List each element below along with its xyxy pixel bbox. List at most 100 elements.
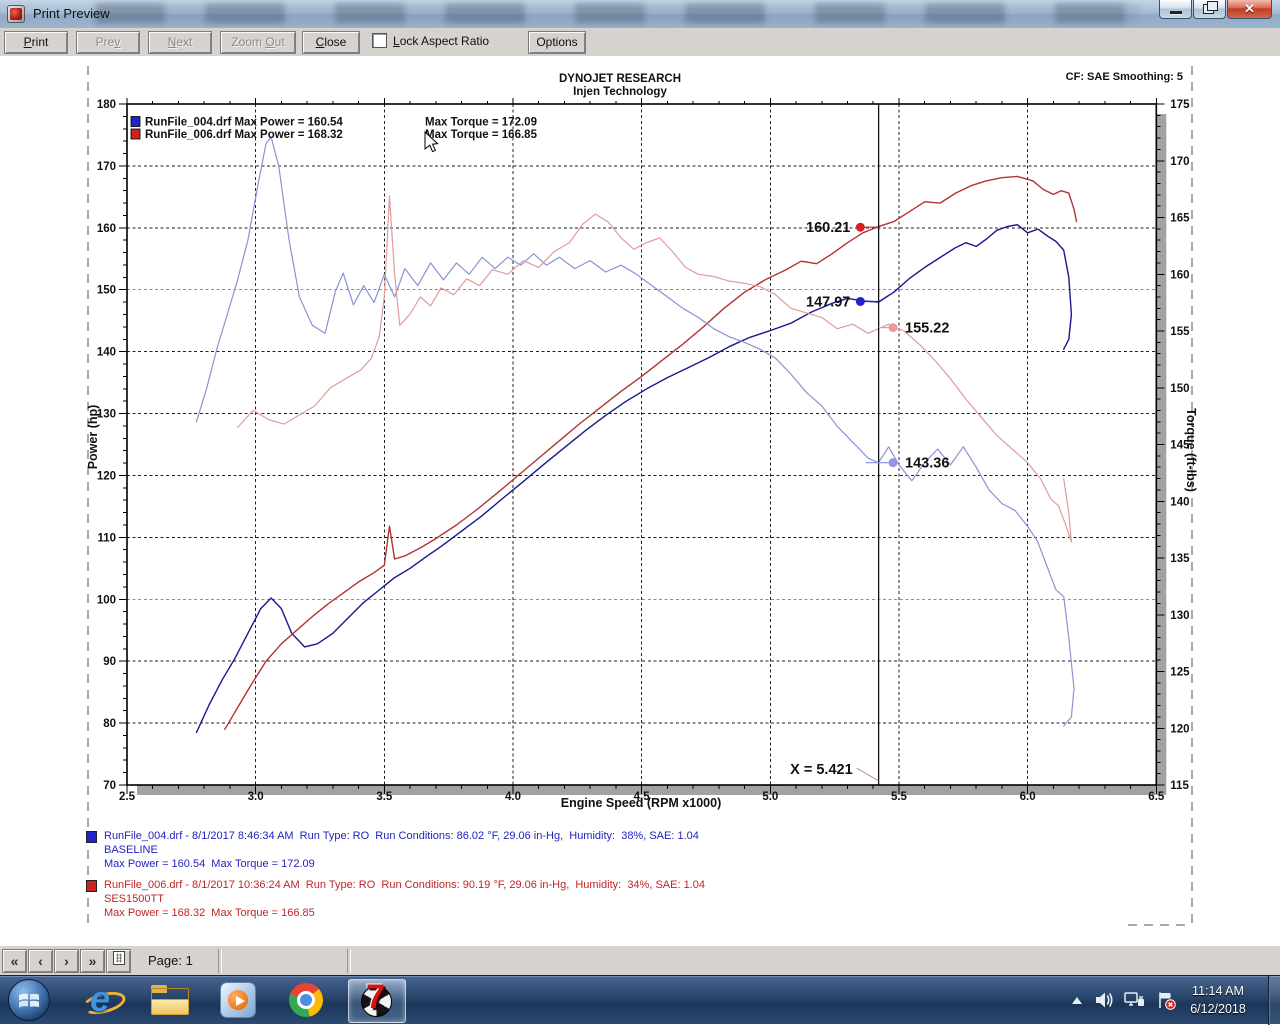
windows-explorer-icon bbox=[151, 985, 189, 1015]
run-info-line: SES1500TT bbox=[104, 892, 705, 906]
taskbar-app-winpep-dyno[interactable]: 7 bbox=[348, 979, 406, 1023]
run-info-line: Max Power = 168.32 Max Torque = 166.85 bbox=[104, 906, 705, 920]
statusbar-divider bbox=[347, 949, 351, 973]
x-axis-title: Engine Speed (RPM x1000) bbox=[561, 796, 721, 810]
lock-aspect-ratio-checkbox[interactable] bbox=[372, 33, 387, 48]
windows-media-player-icon bbox=[220, 982, 256, 1018]
legend-torque-text: Max Torque = 166.85 bbox=[425, 129, 538, 141]
taskbar-app-internet-explorer[interactable]: e bbox=[74, 979, 130, 1021]
zoom-out-button[interactable]: Zoom Out bbox=[220, 31, 296, 54]
y-left-tick-label: 120 bbox=[97, 470, 116, 482]
marker-dot bbox=[889, 458, 898, 467]
taskbar: e 7 11:14 AM 6/12/2018 bbox=[0, 975, 1280, 1024]
close-button[interactable]: ✕ bbox=[1227, 0, 1272, 19]
y-left-tick-label: 80 bbox=[103, 718, 116, 730]
y-right-tick-label: 125 bbox=[1170, 667, 1190, 679]
y-left-tick-label: 70 bbox=[103, 780, 116, 792]
print-preview-page: 2.53.03.54.04.55.05.56.06.57080901001101… bbox=[0, 56, 1280, 945]
previous-page-button[interactable]: ‹ bbox=[28, 949, 53, 973]
y-left-tick-label: 110 bbox=[97, 532, 116, 544]
start-button[interactable] bbox=[8, 979, 50, 1021]
run-info-block: RunFile_006.drf - 8/1/2017 10:36:24 AM R… bbox=[104, 878, 705, 920]
y-right-tick-label: 165 bbox=[1170, 213, 1190, 225]
first-page-button[interactable]: « bbox=[2, 949, 27, 973]
page-icon bbox=[112, 950, 126, 966]
y-right-tick-label: 155 bbox=[1170, 326, 1190, 338]
x-tick-label: 6.0 bbox=[1020, 791, 1036, 803]
marker-dot bbox=[889, 323, 898, 332]
close-icon: ✕ bbox=[1228, 1, 1271, 17]
y-left-tick-label: 170 bbox=[97, 161, 116, 173]
y-left-tick-label: 140 bbox=[97, 347, 116, 359]
y-left-tick-label: 160 bbox=[97, 223, 116, 235]
clock-time: 11:14 AM bbox=[1172, 982, 1264, 1000]
network-icon[interactable] bbox=[1124, 990, 1146, 1010]
dyno-chart: 2.53.03.54.04.55.05.56.06.57080901001101… bbox=[0, 56, 1280, 945]
prev-button[interactable]: Prev bbox=[76, 31, 140, 54]
window-title: Print Preview bbox=[33, 6, 110, 21]
y-right-tick-label: 150 bbox=[1170, 383, 1189, 395]
x-tick-label: 6.5 bbox=[1148, 791, 1165, 803]
next-button[interactable]: Next bbox=[148, 31, 212, 54]
background-window-blur bbox=[95, 3, 1140, 24]
internet-explorer-icon: e bbox=[83, 981, 121, 1019]
report-header-line1: DYNOJET RESEARCH bbox=[559, 73, 681, 85]
winpep-dyno-icon: 7 bbox=[358, 982, 396, 1020]
title-bar[interactable]: Print Preview ✕ bbox=[0, 0, 1280, 29]
next-page-button[interactable]: › bbox=[54, 949, 79, 973]
app-icon bbox=[7, 5, 25, 23]
screen: { "window": {"title": "Print Preview"}, … bbox=[0, 0, 1280, 1024]
minimize-button[interactable] bbox=[1159, 0, 1192, 19]
hidden-icons-arrow[interactable] bbox=[1066, 990, 1088, 1010]
statusbar-divider bbox=[218, 949, 222, 973]
x-tick-label: 3.0 bbox=[248, 791, 264, 803]
legend-file-text: RunFile_006.drf Max Power = 168.32 bbox=[145, 129, 343, 141]
taskbar-app-windows-media-player[interactable] bbox=[210, 979, 266, 1021]
taskbar-app-windows-explorer[interactable] bbox=[142, 979, 198, 1021]
run-color-swatch bbox=[86, 880, 97, 892]
close-button[interactable]: Close bbox=[302, 31, 360, 54]
y-left-tick-label: 100 bbox=[97, 594, 116, 606]
correction-smoothing-label: CF: SAE Smoothing: 5 bbox=[1066, 71, 1183, 83]
y-left-axis-title: Power (hp) bbox=[86, 405, 100, 470]
y-right-tick-label: 120 bbox=[1170, 723, 1189, 735]
taskbar-app-google-chrome[interactable] bbox=[278, 979, 334, 1021]
legend-swatch bbox=[131, 129, 140, 139]
marker-value-label: 147.97 bbox=[806, 294, 850, 310]
lock-aspect-ratio-label: Lock Aspect Ratio bbox=[393, 34, 489, 48]
restore-button[interactable] bbox=[1193, 0, 1226, 19]
run-color-swatch bbox=[86, 831, 97, 843]
y-right-tick-label: 175 bbox=[1170, 99, 1190, 111]
page-indicator: Page: 1 bbox=[148, 953, 193, 968]
run-info-line: BASELINE bbox=[104, 843, 699, 857]
lock-aspect-ratio-control[interactable]: Lock Aspect Ratio bbox=[372, 33, 489, 48]
y-right-tick-label: 170 bbox=[1170, 156, 1189, 168]
cursor-x-label: X = 5.421 bbox=[790, 762, 852, 778]
show-desktop-button[interactable] bbox=[1268, 976, 1280, 1025]
google-chrome-icon bbox=[289, 983, 323, 1017]
chart-legend: RunFile_004.drf Max Power = 160.54Max To… bbox=[131, 117, 538, 142]
legend-swatch bbox=[131, 117, 140, 127]
x-tick-label: 2.5 bbox=[119, 791, 136, 803]
last-page-button[interactable]: » bbox=[80, 949, 105, 973]
y-left-tick-label: 180 bbox=[97, 99, 116, 111]
status-bar: «‹›» Page: 1 bbox=[0, 945, 1280, 976]
goto-page-button[interactable] bbox=[106, 949, 131, 973]
toolbar: Print Prev Next Zoom Out Close Lock Aspect R… bbox=[0, 28, 1280, 57]
taskbar-clock[interactable]: 11:14 AM 6/12/2018 bbox=[1172, 982, 1264, 1018]
y-right-axis-title: Torque (ft-lbs) bbox=[1184, 408, 1198, 492]
x-tick-label: 3.5 bbox=[376, 791, 393, 803]
print-button[interactable]: Print bbox=[4, 31, 68, 54]
x-tick-label: 5.0 bbox=[762, 791, 778, 803]
y-left-tick-label: 90 bbox=[103, 656, 116, 668]
options-button[interactable]: Options bbox=[528, 31, 586, 54]
clock-date: 6/12/2018 bbox=[1172, 1000, 1264, 1018]
y-right-tick-label: 140 bbox=[1170, 496, 1189, 508]
windows-flag-icon bbox=[18, 990, 40, 1010]
y-right-tick-label: 115 bbox=[1170, 780, 1189, 792]
y-right-tick-label: 160 bbox=[1170, 269, 1189, 281]
volume-icon[interactable] bbox=[1094, 990, 1116, 1010]
marker-value-label: 143.36 bbox=[905, 456, 949, 472]
report-header-line2: Injen Technology bbox=[573, 86, 667, 98]
y-right-tick-label: 130 bbox=[1170, 610, 1189, 622]
